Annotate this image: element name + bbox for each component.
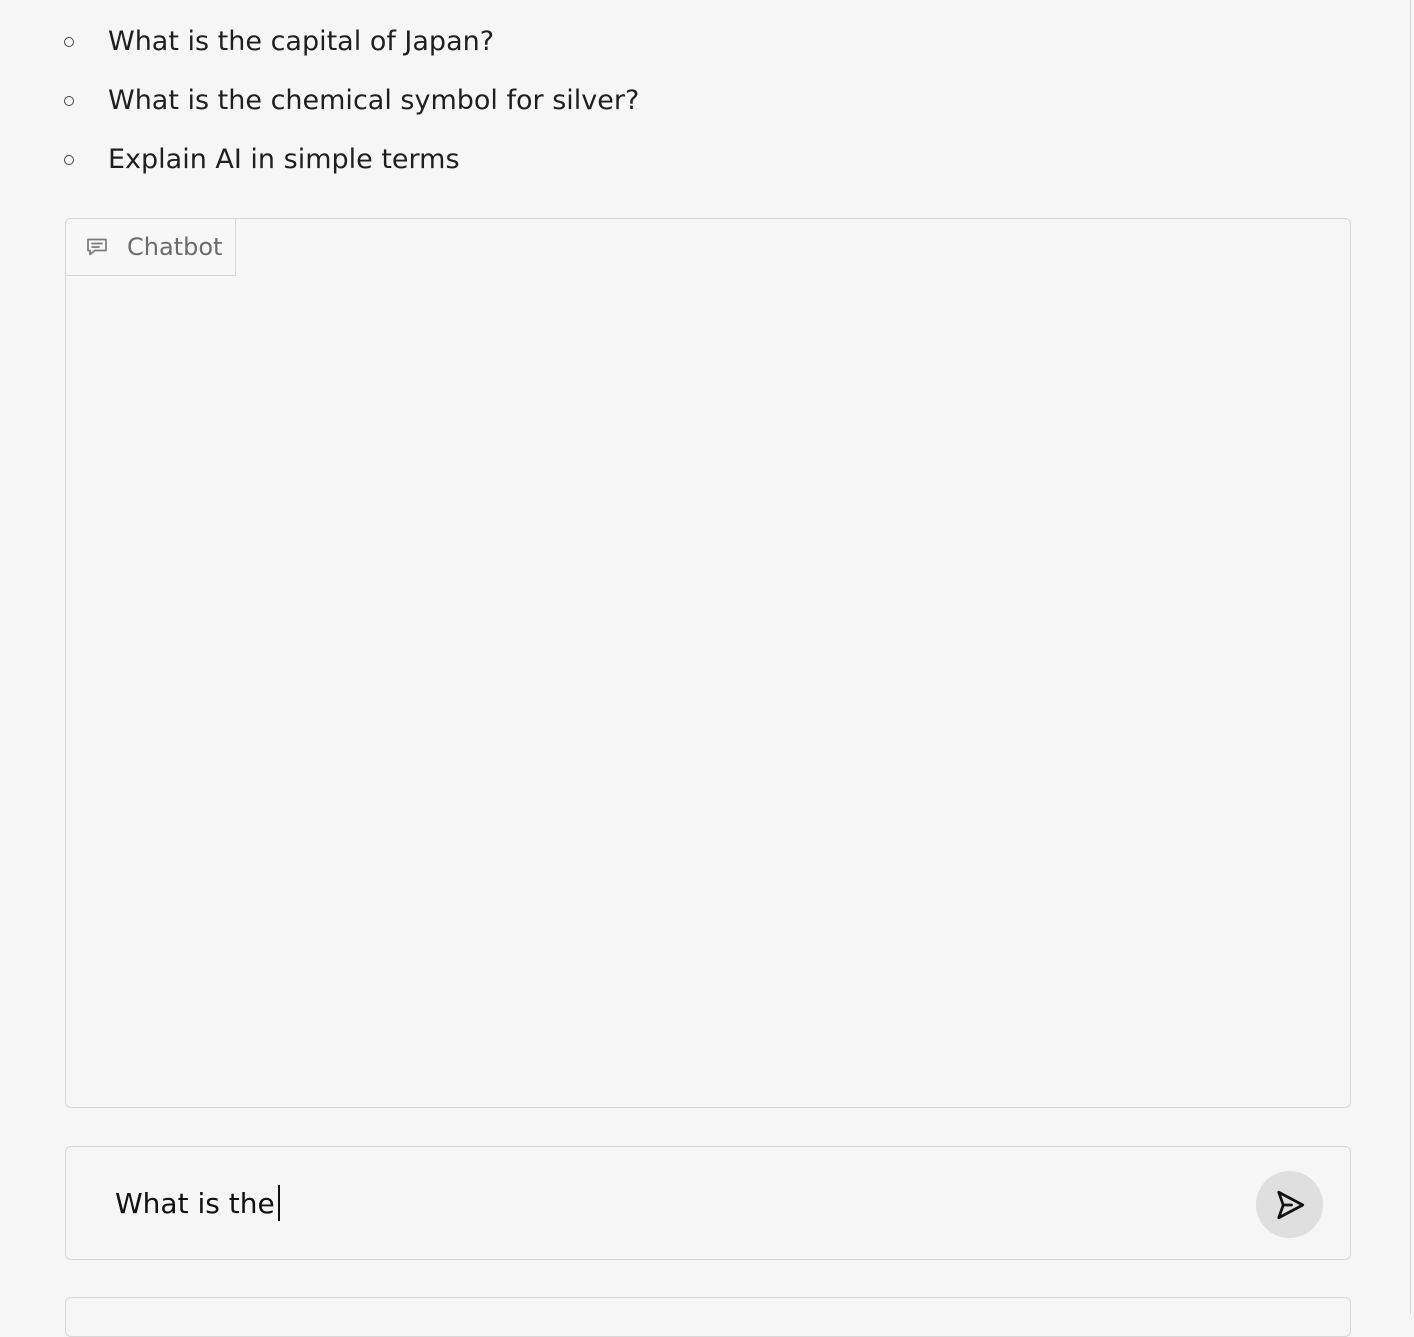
- chat-bubble-icon: [85, 235, 109, 259]
- hollow-bullet-icon: [64, 36, 74, 47]
- hollow-bullet-icon: [64, 154, 74, 165]
- send-icon: [1272, 1187, 1308, 1223]
- example-prompt-text: Explain AI in simple terms: [108, 144, 460, 175]
- example-prompt-item[interactable]: What is the capital of Japan?: [62, 12, 639, 71]
- message-input-row: [65, 1146, 1351, 1260]
- example-prompt-text: What is the capital of Japan?: [108, 26, 495, 57]
- next-panel: [65, 1297, 1351, 1337]
- text-caret: [277, 1185, 280, 1221]
- message-input[interactable]: [115, 1174, 1235, 1232]
- example-prompts-list: What is the capital of Japan? What is th…: [62, 12, 639, 189]
- example-prompt-item[interactable]: What is the chemical symbol for silver?: [62, 71, 639, 130]
- example-prompt-text: What is the chemical symbol for silver?: [108, 85, 640, 116]
- hollow-bullet-icon: [64, 95, 74, 106]
- example-prompt-item[interactable]: Explain AI in simple terms: [62, 130, 639, 189]
- chatbot-label: Chatbot: [65, 218, 236, 276]
- chatbot-panel: Chatbot: [65, 218, 1351, 1108]
- chatbot-label-text: Chatbot: [127, 233, 223, 261]
- send-button[interactable]: [1256, 1171, 1323, 1238]
